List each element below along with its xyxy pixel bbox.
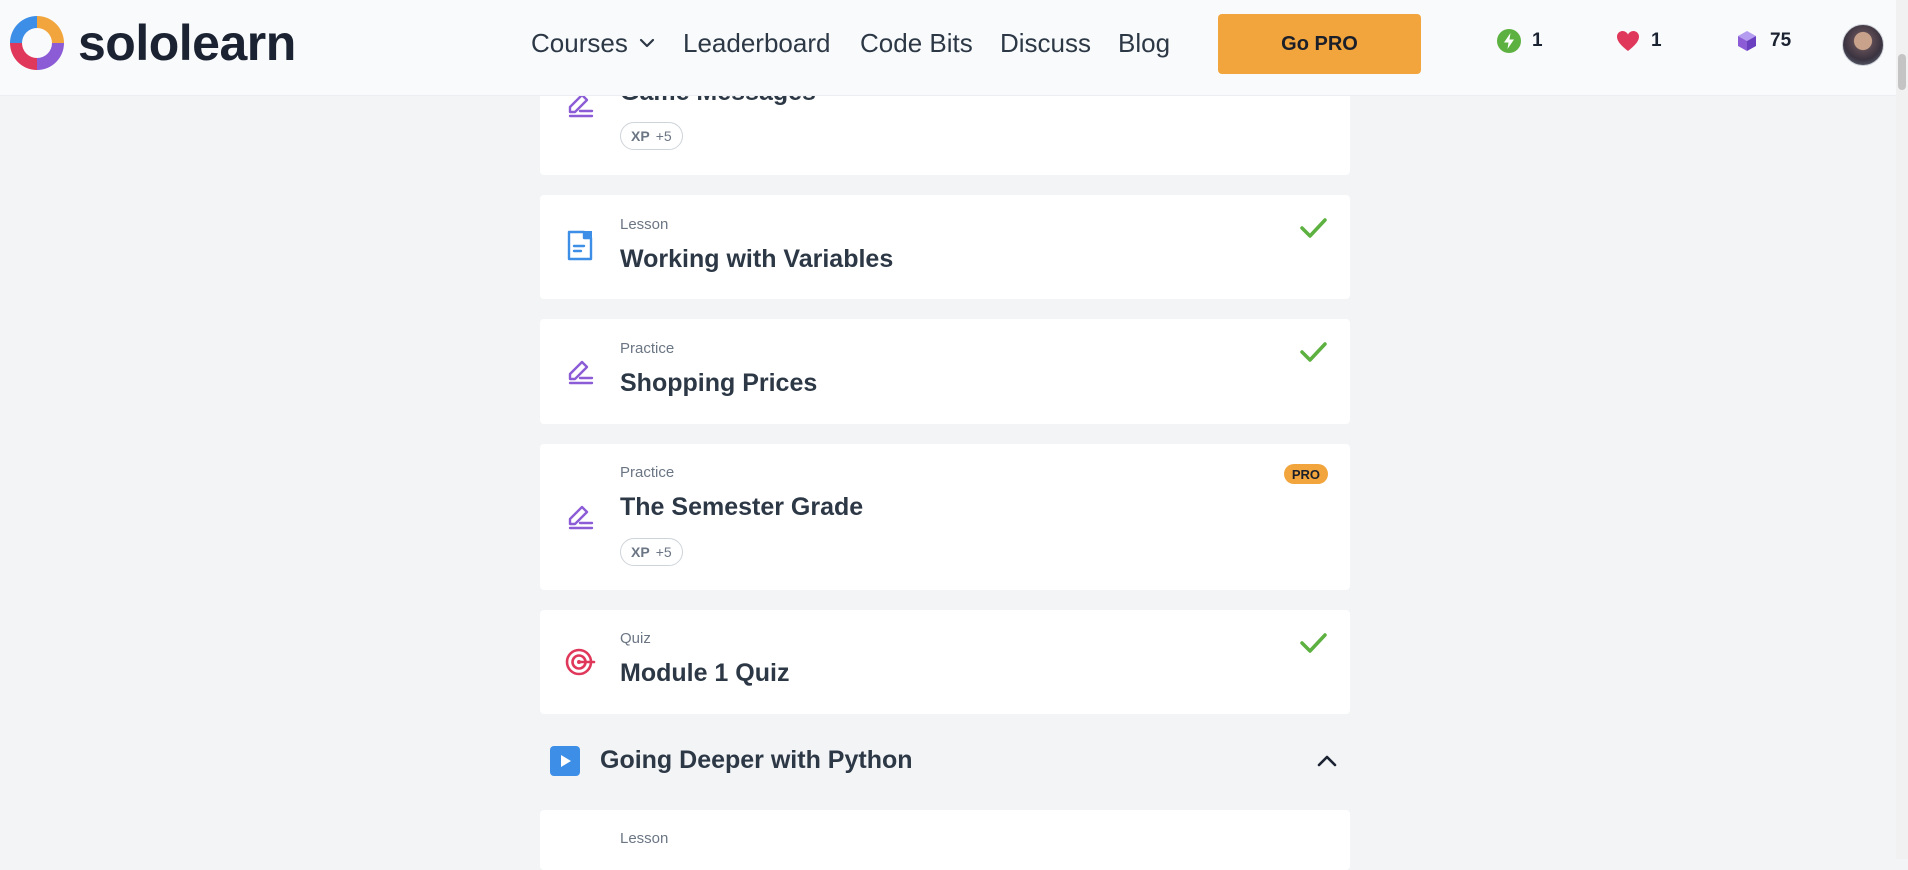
xp-label: XP xyxy=(631,128,650,144)
quiz-target-icon xyxy=(565,648,596,676)
user-avatar[interactable] xyxy=(1842,24,1884,66)
nav-courses[interactable]: Courses xyxy=(531,26,656,60)
streak-counter[interactable]: 1 xyxy=(1496,28,1543,54)
pro-badge: PRO xyxy=(1283,464,1328,484)
check-icon xyxy=(1300,633,1327,653)
gem-cube-icon xyxy=(1738,31,1756,51)
brand-name: sololearn xyxy=(78,15,296,71)
practice-pencil-icon xyxy=(568,505,594,530)
page-scrollbar[interactable] xyxy=(1896,0,1908,859)
nav-leaderboard[interactable]: Leaderboard xyxy=(683,26,830,60)
check-icon xyxy=(1300,342,1327,362)
gems-counter[interactable]: 75 xyxy=(1734,28,1791,54)
play-triangle-icon xyxy=(561,755,571,767)
card-type: Lesson xyxy=(620,216,669,233)
nav-code-bits[interactable]: Code Bits xyxy=(860,26,973,60)
card-type: Practice xyxy=(620,340,675,357)
card-title: Shopping Prices xyxy=(620,369,818,397)
nav-courses-label: Courses xyxy=(531,28,628,58)
xp-badge: XP +5 xyxy=(620,538,683,566)
nav-discuss[interactable]: Discuss xyxy=(1000,26,1091,60)
card-title: Working with Variables xyxy=(620,245,894,273)
lesson-card[interactable]: Lesson Working with Variables xyxy=(540,195,1350,299)
gems-count: 75 xyxy=(1770,30,1792,51)
xp-value: +5 xyxy=(655,128,672,144)
xp-value: +5 xyxy=(655,544,672,560)
xp-badge: XP +5 xyxy=(620,122,683,150)
xp-label: XP xyxy=(631,544,650,560)
card-type: Quiz xyxy=(620,630,651,647)
lesson-card[interactable]: Practice The Semester Grade XP +5 PRO xyxy=(540,444,1350,590)
sololearn-logo[interactable]: sololearn xyxy=(6,12,296,74)
lesson-card[interactable]: Lesson xyxy=(540,810,1350,870)
lesson-document-icon xyxy=(567,230,593,261)
card-title: The Semester Grade xyxy=(620,493,864,521)
section-title: Going Deeper with Python xyxy=(600,746,913,774)
check-icon xyxy=(1300,218,1327,238)
nav-blog[interactable]: Blog xyxy=(1118,26,1170,60)
module-section-header[interactable]: Going Deeper with Python xyxy=(540,738,1350,783)
sololearn-logo-icon xyxy=(10,16,64,70)
streak-count: 1 xyxy=(1532,30,1543,51)
practice-pencil-icon xyxy=(568,360,594,385)
heart-icon xyxy=(1617,31,1639,51)
lesson-card[interactable]: Practice Shopping Prices xyxy=(540,319,1350,424)
chevron-up-icon[interactable] xyxy=(1314,748,1340,774)
card-type: Practice xyxy=(620,464,675,481)
card-type: Lesson xyxy=(620,830,669,847)
go-pro-button[interactable]: Go PRO xyxy=(1218,14,1421,74)
chevron-down-icon xyxy=(639,38,654,48)
scrollbar-thumb[interactable] xyxy=(1898,54,1906,90)
card-title: Module 1 Quiz xyxy=(620,659,790,687)
play-icon xyxy=(550,746,580,776)
top-navbar: sololearn Courses Leaderboard Code Bits … xyxy=(0,0,1908,96)
lightning-icon xyxy=(1497,29,1521,53)
hearts-counter[interactable]: 1 xyxy=(1615,28,1662,54)
lesson-card[interactable]: Quiz Module 1 Quiz xyxy=(540,610,1350,714)
hearts-count: 1 xyxy=(1651,30,1662,51)
